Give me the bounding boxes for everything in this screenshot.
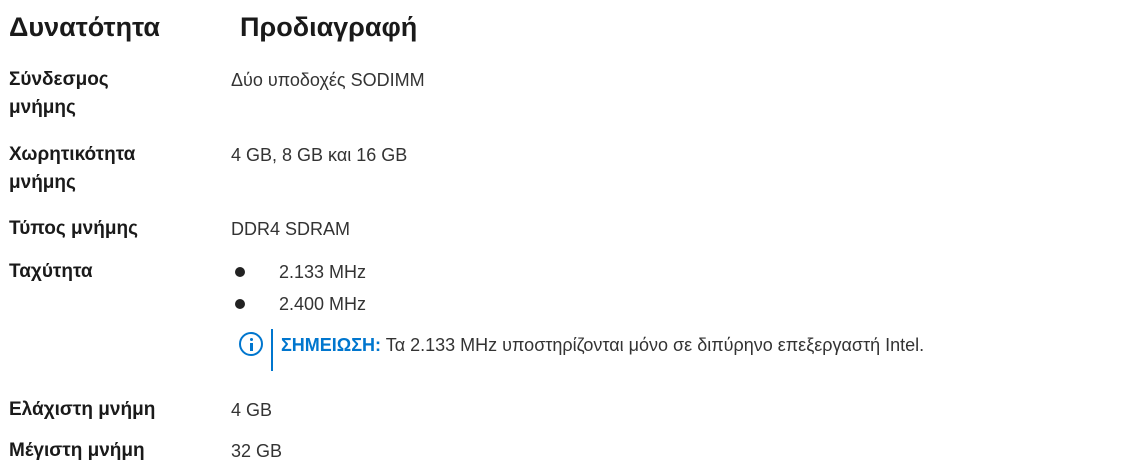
row-label: Σύνδεσμος μνήμης — [9, 66, 194, 122]
note-box: ΣΗΜΕΙΩΣΗ: Τα 2.133 MHz υποστηρίζονται μό… — [231, 329, 1121, 373]
info-icon — [239, 332, 263, 356]
table-row: Μέγιστη μνήμη 32 GB — [9, 437, 1119, 465]
table-row: Ταχύτητα 2.133 MHz 2.400 MHz ΣΗΜΕΙΩΣΗ: Τ… — [9, 258, 1119, 383]
list-item: 2.133 MHz — [231, 258, 366, 290]
note-body: Τα 2.133 MHz υποστηρίζονται μόνο σε διπύ… — [381, 335, 925, 355]
note-text: ΣΗΜΕΙΩΣΗ: Τα 2.133 MHz υποστηρίζονται μό… — [281, 331, 924, 359]
list-item: 2.400 MHz — [231, 290, 366, 322]
table-row: Σύνδεσμος μνήμης Δύο υποδοχές SODIMM — [9, 66, 1119, 126]
row-value: 4 GB — [231, 400, 273, 420]
row-label-line: μνήμης — [9, 172, 76, 193]
row-label: Ταχύτητα — [9, 261, 93, 282]
row-value: 4 GB, 8 GB και 16 GB — [231, 145, 408, 165]
note-keyword: ΣΗΜΕΙΩΣΗ: — [281, 335, 382, 355]
row-value: 32 GB — [231, 441, 283, 461]
row-label-line: Χωρητικότητα — [9, 144, 136, 165]
table-row: Τύπος μνήμης DDR4 SDRAM — [9, 215, 1119, 245]
row-label: Χωρητικότητα μνήμης — [9, 141, 194, 197]
table-row: Χωρητικότητα μνήμης 4 GB, 8 GB και 16 GB — [9, 141, 1119, 201]
row-label: Ελάχιστη μνήμη — [9, 399, 156, 420]
note-divider — [271, 329, 273, 371]
bullet-icon — [235, 267, 245, 277]
speed-list: 2.133 MHz 2.400 MHz — [231, 258, 366, 322]
bullet-icon — [235, 299, 245, 309]
table-header: Δυνατότητα Προδιαγραφή — [9, 12, 1109, 52]
list-item-text: 2.133 MHz — [279, 262, 367, 282]
row-value: Δύο υποδοχές SODIMM — [231, 70, 425, 90]
header-feature: Δυνατότητα — [9, 12, 160, 42]
row-label-line: μνήμης — [9, 97, 76, 118]
row-label-line: Σύνδεσμος — [9, 69, 109, 90]
table-row: Ελάχιστη μνήμη 4 GB — [9, 396, 1119, 426]
row-value: DDR4 SDRAM — [231, 219, 351, 239]
header-specification: Προδιαγραφή — [240, 12, 418, 42]
row-label: Μέγιστη μνήμη — [9, 440, 145, 461]
spec-table: Δυνατότητα Προδιαγραφή Σύνδεσμος μνήμης … — [0, 0, 1123, 465]
row-label: Τύπος μνήμης — [9, 218, 138, 239]
list-item-text: 2.400 MHz — [279, 294, 367, 314]
